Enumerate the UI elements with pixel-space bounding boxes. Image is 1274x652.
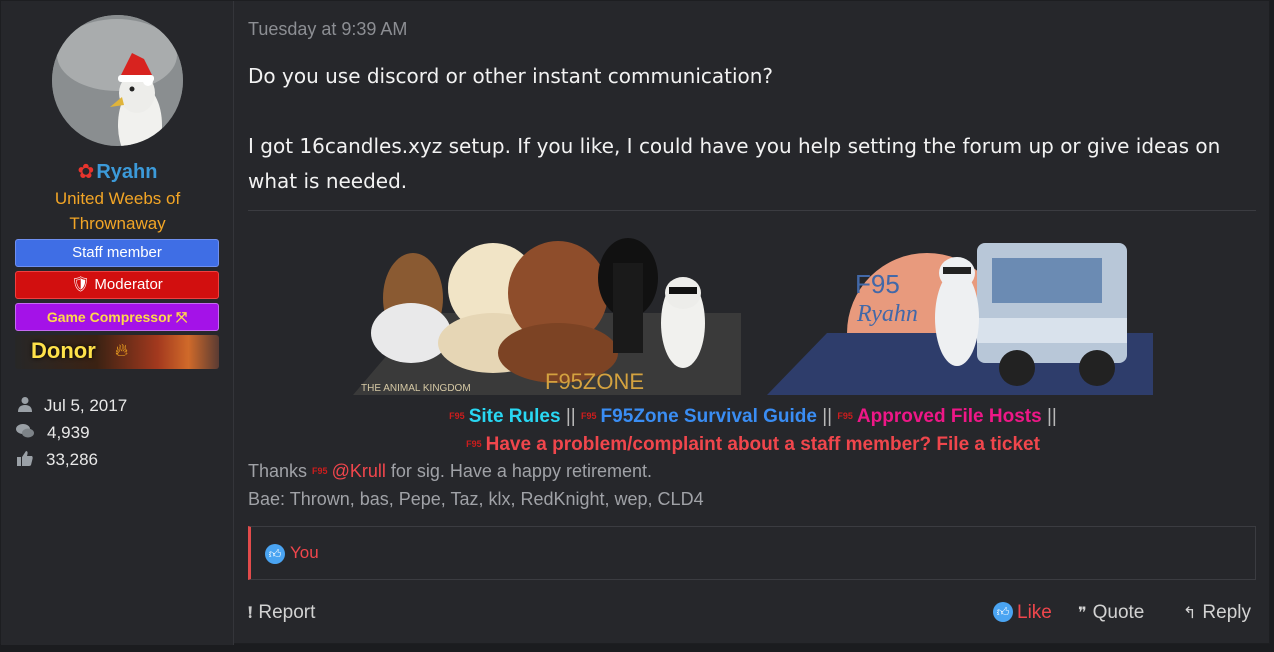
- f95zone-wordmark: F95ZONE: [545, 369, 644, 394]
- f95-mini-logo: F95: [449, 411, 465, 421]
- reply-icon: ↰: [1183, 605, 1197, 622]
- animal-kingdom-caption: THE ANIMAL KINGDOM: [361, 383, 471, 394]
- staff-member-banner: Staff member: [15, 239, 219, 267]
- site-rules-link[interactable]: Site Rules: [469, 406, 561, 427]
- username[interactable]: ✿ Ryahn: [1, 159, 234, 184]
- survival-guide-link[interactable]: F95Zone Survival Guide: [601, 406, 817, 427]
- post-line-1: Do you use discord or other instant comm…: [248, 64, 774, 88]
- like-button[interactable]: 👍︎ Like: [993, 602, 1052, 624]
- forum-post: ✿ Ryahn United Weebs of Thrownaway Staff …: [0, 0, 1271, 645]
- post-body: Do you use discord or other instant comm…: [248, 59, 1258, 199]
- post-line-2: I got 16candles.xyz setup. If you like, …: [248, 134, 1221, 193]
- seagull-avatar-image: [52, 15, 183, 146]
- bae-line: Bae: Thrown, bas, Pepe, Taz, klx, RedKni…: [248, 489, 704, 509]
- file-ticket-link[interactable]: Have a problem/complaint about a staff m…: [486, 434, 1040, 455]
- f95-mini-logo: F95: [837, 411, 853, 421]
- user-title: United Weebs of Thrownaway: [54, 189, 181, 233]
- report-button[interactable]: ❗︎ Report: [248, 602, 315, 624]
- avatar[interactable]: [52, 15, 183, 146]
- reactions-bar[interactable]: 👍︎ You: [248, 526, 1256, 580]
- reaction-users[interactable]: You: [290, 543, 319, 563]
- like-reaction-icon: 👍︎: [265, 544, 285, 564]
- game-compressor-banner: Game Compressor ⤧: [15, 303, 219, 331]
- f95-mini-logo: F95: [466, 439, 482, 449]
- moderator-banner: 🛡︎ Moderator: [15, 271, 219, 299]
- ryahn-logo-text: Ryahn: [856, 301, 918, 327]
- compress-icon: ⤧: [175, 309, 188, 325]
- post-date[interactable]: Tuesday at 9:39 AM: [248, 19, 407, 40]
- f95-mini-logo: F95: [312, 466, 328, 476]
- staff-flower-icon: ✿: [77, 161, 95, 183]
- post-main: Tuesday at 9:39 AM Do you use discord or…: [235, 1, 1271, 645]
- signature-links: F95 Site Rules || F95 F95Zone Survival Gui…: [235, 403, 1271, 459]
- ryahn-truck-banner: F95 Ryahn: [767, 223, 1153, 395]
- signature-text: Thanks F95 @Krull for sig. Have a happy r…: [248, 457, 704, 513]
- thumbs-up-icon: 👍︎: [993, 602, 1013, 622]
- alert-icon: ❗︎: [248, 605, 253, 622]
- flame-icon: 🔥︎: [115, 340, 129, 360]
- link-separator: ||: [565, 406, 576, 427]
- f95-mini-logo: F95: [581, 411, 597, 421]
- user-info-panel: ✿ Ryahn United Weebs of Thrownaway Staff …: [1, 1, 234, 645]
- shield-icon: 🛡︎: [71, 276, 91, 293]
- link-separator: ||: [1046, 406, 1057, 427]
- quote-button[interactable]: ❞ Quote: [1078, 602, 1144, 624]
- user-icon: [15, 396, 35, 417]
- krull-mention-link[interactable]: @Krull: [332, 461, 386, 481]
- animal-kingdom-banner: THE ANIMAL KINGDOM F95ZONE: [353, 223, 741, 395]
- donor-banner: Donor 🔥︎: [15, 335, 219, 369]
- f95-logo-text: F95: [855, 269, 900, 299]
- thumbs-up-icon: [15, 450, 35, 471]
- link-separator: ||: [822, 406, 833, 427]
- reply-button[interactable]: ↰ Reply: [1183, 602, 1251, 624]
- comments-icon: [15, 423, 35, 444]
- file-hosts-link[interactable]: Approved File Hosts: [857, 406, 1042, 427]
- signature-divider: [248, 210, 1256, 211]
- quote-icon: ❞: [1078, 605, 1087, 622]
